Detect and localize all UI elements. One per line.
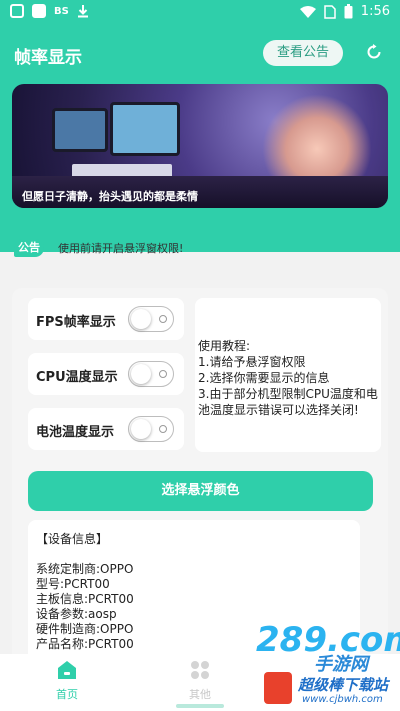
device-info-line: 型号:PCRT00 — [36, 577, 110, 591]
battery-icon — [344, 4, 353, 19]
cpu-temp-switch[interactable] — [128, 361, 174, 387]
choose-color-button[interactable]: 选择悬浮颜色 — [28, 471, 373, 511]
page-title: 帧率显示 — [14, 48, 82, 68]
toggle-label: CPU温度显示 — [36, 370, 118, 385]
nav-label: 首页 — [56, 688, 78, 701]
bottom-nav: 首页 其他 — [0, 654, 400, 711]
download-icon — [77, 5, 88, 18]
status-text: BS — [54, 5, 69, 17]
cpu-toggle-row[interactable]: CPU温度显示 — [28, 353, 184, 395]
home-icon — [58, 661, 76, 679]
notice-text: 使用前请开启悬浮窗权限! — [58, 242, 184, 255]
battery-temp-switch[interactable] — [128, 416, 174, 442]
notification-icon — [10, 4, 24, 18]
notice-bar: 公告 使用前请开启悬浮窗权限! — [14, 236, 386, 260]
gesture-bar — [176, 704, 224, 708]
sim-icon — [324, 4, 336, 19]
tutorial-card: 使用教程: 1.请给予悬浮窗权限 2.选择你需要显示的信息 3.由于部分机型限制… — [195, 298, 381, 452]
battery-toggle-row[interactable]: 电池温度显示 — [28, 408, 184, 450]
status-bar: BS 1:56 — [0, 0, 400, 24]
grid-icon — [191, 661, 209, 679]
fps-switch[interactable] — [128, 306, 174, 332]
tutorial-text: 使用教程: 1.请给予悬浮窗权限 2.选择你需要显示的信息 3.由于部分机型限制… — [198, 339, 378, 417]
device-info-line: 设备参数:aosp — [36, 607, 117, 621]
device-info-line: 主板信息:PCRT00 — [36, 592, 134, 606]
toggle-label: FPS帧率显示 — [36, 315, 116, 330]
device-info-line: 系统定制商:OPPO — [36, 562, 134, 576]
notification-icon — [32, 4, 46, 18]
clock: 1:56 — [360, 4, 390, 19]
notice-tag: 公告 — [14, 239, 44, 257]
view-notice-button[interactable]: 查看公告 — [263, 40, 343, 66]
device-info-title: 【设备信息】 — [36, 532, 109, 546]
device-info-line: 硬件制造商:OPPO — [36, 622, 134, 636]
wifi-icon — [299, 5, 316, 18]
fps-toggle-row[interactable]: FPS帧率显示 — [28, 298, 184, 340]
banner-caption: 但愿日子清静，抬头遇见的都是柔情 — [22, 190, 198, 203]
nav-home[interactable]: 首页 — [37, 660, 97, 702]
device-info-line: 产品名称:PCRT00 — [36, 637, 134, 651]
nav-label: 其他 — [189, 688, 211, 701]
device-info-card: 【设备信息】 系统定制商:OPPO 型号:PCRT00 主板信息:PCRT00 … — [28, 520, 360, 670]
nav-other[interactable]: 其他 — [170, 660, 230, 702]
banner-image[interactable]: 但愿日子清静，抬头遇见的都是柔情 — [12, 84, 388, 208]
refresh-icon[interactable] — [366, 44, 382, 60]
toggle-label: 电池温度显示 — [36, 425, 115, 440]
